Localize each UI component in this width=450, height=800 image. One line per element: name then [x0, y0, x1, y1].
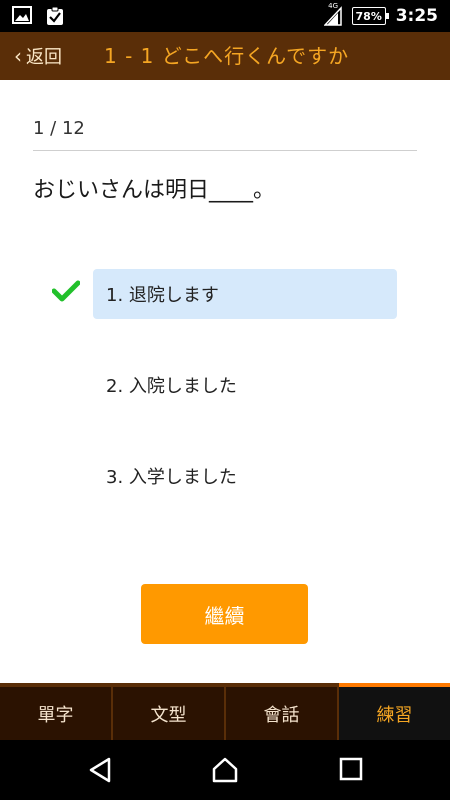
chevron-left-icon: ‹ [14, 44, 22, 68]
tab-practice[interactable]: 練習 [339, 683, 450, 740]
back-button[interactable]: ‹ 返回 [14, 32, 62, 80]
answer-option-1[interactable]: 1. 退院します [93, 269, 397, 319]
signal-icon [323, 6, 342, 26]
battery-icon: 78% [351, 7, 389, 25]
bottom-tab-bar: 單字 文型 會話 練習 [0, 683, 450, 740]
status-right: 78% 3:25 [323, 5, 438, 27]
tab-vocabulary[interactable]: 單字 [0, 683, 113, 740]
back-triangle-icon[interactable] [87, 756, 113, 784]
continue-button[interactable]: 繼續 [141, 584, 308, 644]
app-screen: 4G 78% 3:25 ‹ 返回 1 - 1 どこへ行くんですか 1 / 12 … [0, 0, 450, 800]
app-header: ‹ 返回 1 - 1 どこへ行くんですか [0, 32, 450, 80]
question-text: おじいさんは明日____。 [33, 178, 276, 203]
divider [33, 150, 417, 151]
tab-sentence-patterns[interactable]: 文型 [113, 683, 226, 740]
page-title: 1 - 1 どこへ行くんですか [104, 44, 350, 68]
status-bar: 4G 78% 3:25 [0, 0, 450, 32]
tab-conversation[interactable]: 會話 [226, 683, 339, 740]
status-left-icons [12, 6, 73, 26]
question-progress: 1 / 12 [33, 118, 85, 139]
clock: 3:25 [395, 6, 438, 26]
answer-option-3[interactable]: 3. 入学しました [93, 451, 397, 501]
answer-option-2[interactable]: 2. 入院しました [93, 360, 397, 410]
recent-apps-icon[interactable] [338, 756, 364, 782]
home-icon[interactable] [211, 756, 239, 784]
back-label: 返回 [26, 47, 62, 68]
system-nav-bar [0, 740, 450, 800]
battery-level: 78% [355, 9, 382, 23]
clipboard-check-icon [47, 6, 64, 25]
image-icon [12, 6, 32, 24]
check-icon [52, 280, 80, 302]
